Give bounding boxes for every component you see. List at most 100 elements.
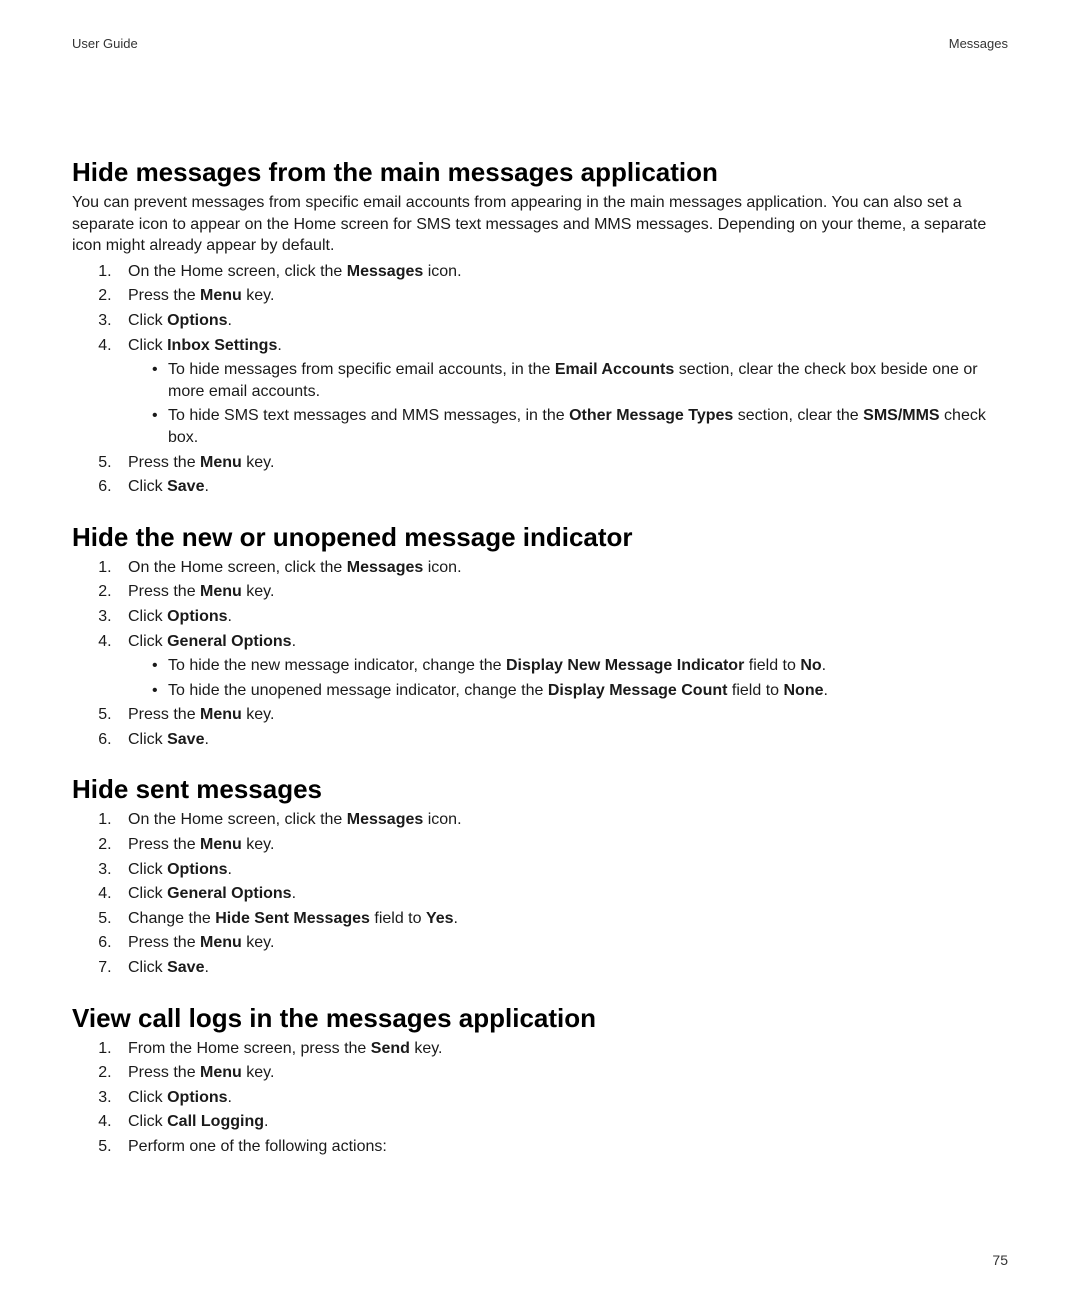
- step-item: Click Save.: [116, 729, 1008, 751]
- bold-text: Options: [167, 312, 227, 329]
- step-list: On the Home screen, click the Messages i…: [72, 261, 1008, 498]
- bold-text: Save: [167, 731, 204, 748]
- body-text: Click: [128, 1089, 167, 1106]
- body-text: Click: [128, 1113, 167, 1130]
- bold-text: Display Message Count: [548, 682, 728, 699]
- body-text: .: [822, 657, 826, 674]
- body-text: To hide the new message indicator, chang…: [168, 657, 506, 674]
- step-item: Click Save.: [116, 957, 1008, 979]
- body-text: key.: [242, 1064, 275, 1081]
- body-text: .: [292, 633, 296, 650]
- section-title: Hide messages from the main messages app…: [72, 157, 1008, 188]
- body-text: section, clear the: [733, 407, 863, 424]
- body-text: key.: [242, 934, 275, 951]
- bold-text: Menu: [200, 836, 242, 853]
- bold-text: Messages: [347, 811, 424, 828]
- body-text: icon.: [423, 811, 461, 828]
- step-item: On the Home screen, click the Messages i…: [116, 557, 1008, 579]
- sub-item: To hide SMS text messages and MMS messag…: [152, 405, 1008, 448]
- bold-text: General Options: [167, 633, 291, 650]
- body-text: Press the: [128, 836, 200, 853]
- bold-text: General Options: [167, 885, 291, 902]
- step-item: From the Home screen, press the Send key…: [116, 1038, 1008, 1060]
- step-item: Click Options.: [116, 859, 1008, 881]
- body-text: .: [204, 731, 208, 748]
- header-spacer: [72, 51, 1008, 151]
- body-text: .: [204, 478, 208, 495]
- bold-text: No: [800, 657, 821, 674]
- bold-text: Save: [167, 478, 204, 495]
- bold-text: Menu: [200, 454, 242, 471]
- body-text: Press the: [128, 583, 200, 600]
- body-text: Press the: [128, 934, 200, 951]
- step-item: Click Options.: [116, 310, 1008, 332]
- body-text: .: [277, 337, 281, 354]
- body-text: Change the: [128, 910, 215, 927]
- body-text: Press the: [128, 454, 200, 471]
- body-text: key.: [410, 1040, 443, 1057]
- body-text: Click: [128, 959, 167, 976]
- body-text: key.: [242, 287, 275, 304]
- step-item: Click Options.: [116, 606, 1008, 628]
- step-item: Press the Menu key.: [116, 1062, 1008, 1084]
- bold-text: SMS/MMS: [863, 407, 939, 424]
- page: User Guide Messages Hide messages from t…: [0, 0, 1080, 1296]
- sub-item: To hide the unopened message indicator, …: [152, 680, 1008, 702]
- bold-text: Inbox Settings: [167, 337, 277, 354]
- body-text: Click: [128, 337, 167, 354]
- sub-list: To hide messages from specific email acc…: [128, 359, 1008, 448]
- sub-list: To hide the new message indicator, chang…: [128, 655, 1008, 701]
- step-item: Click General Options. To hide the new me…: [116, 631, 1008, 702]
- step-item: Press the Menu key.: [116, 932, 1008, 954]
- body-text: .: [228, 608, 232, 625]
- page-number: 75: [992, 1252, 1008, 1268]
- body-text: Click: [128, 608, 167, 625]
- step-item: Press the Menu key.: [116, 834, 1008, 856]
- step-list: On the Home screen, click the Messages i…: [72, 809, 1008, 978]
- bold-text: Messages: [347, 559, 424, 576]
- body-text: On the Home screen, click the: [128, 559, 347, 576]
- body-text: On the Home screen, click the: [128, 811, 347, 828]
- step-item: Press the Menu key.: [116, 581, 1008, 603]
- body-text: To hide the unopened message indicator, …: [168, 682, 548, 699]
- sub-item: To hide messages from specific email acc…: [152, 359, 1008, 402]
- body-text: .: [823, 682, 827, 699]
- body-text: Click: [128, 633, 167, 650]
- bold-text: Menu: [200, 287, 242, 304]
- bold-text: Display New Message Indicator: [506, 657, 744, 674]
- body-text: key.: [242, 454, 275, 471]
- page-header: User Guide Messages: [72, 36, 1008, 51]
- bold-text: Messages: [347, 263, 424, 280]
- section-title: Hide sent messages: [72, 774, 1008, 805]
- body-text: icon.: [423, 559, 461, 576]
- body-text: .: [292, 885, 296, 902]
- step-list: From the Home screen, press the Send key…: [72, 1038, 1008, 1158]
- bold-text: Menu: [200, 583, 242, 600]
- sub-item: To hide the new message indicator, chang…: [152, 655, 1008, 677]
- section-title: Hide the new or unopened message indicat…: [72, 522, 1008, 553]
- body-text: On the Home screen, click the: [128, 263, 347, 280]
- step-item: On the Home screen, click the Messages i…: [116, 261, 1008, 283]
- body-text: From the Home screen, press the: [128, 1040, 371, 1057]
- body-text: Perform one of the following actions:: [128, 1138, 387, 1155]
- body-text: key.: [242, 706, 275, 723]
- step-item: Press the Menu key.: [116, 704, 1008, 726]
- body-text: field to: [744, 657, 800, 674]
- header-right: Messages: [949, 36, 1008, 51]
- body-text: .: [228, 1089, 232, 1106]
- body-text: icon.: [423, 263, 461, 280]
- step-item: Click Options.: [116, 1087, 1008, 1109]
- step-item: Click Call Logging.: [116, 1111, 1008, 1133]
- bold-text: Send: [371, 1040, 410, 1057]
- bold-text: Menu: [200, 1064, 242, 1081]
- body-text: To hide messages from specific email acc…: [168, 361, 555, 378]
- step-item: Press the Menu key.: [116, 452, 1008, 474]
- body-text: .: [264, 1113, 268, 1130]
- step-list: On the Home screen, click the Messages i…: [72, 557, 1008, 751]
- bold-text: Hide Sent Messages: [215, 910, 370, 927]
- body-text: Press the: [128, 287, 200, 304]
- step-item: On the Home screen, click the Messages i…: [116, 809, 1008, 831]
- step-item: Change the Hide Sent Messages field to Y…: [116, 908, 1008, 930]
- step-item: Click Save.: [116, 476, 1008, 498]
- section-title: View call logs in the messages applicati…: [72, 1003, 1008, 1034]
